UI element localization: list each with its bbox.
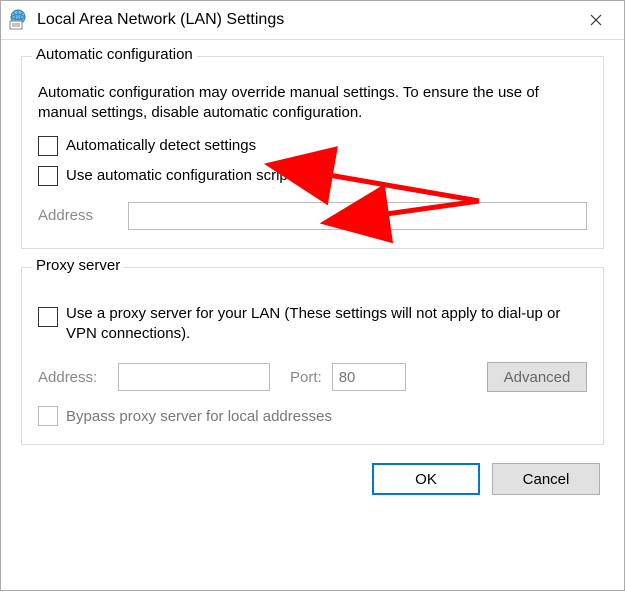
auto-detect-row[interactable]: Automatically detect settings [38, 136, 587, 156]
cancel-label: Cancel [523, 471, 570, 488]
group-proxy-server: Proxy server Use a proxy server for your… [21, 267, 604, 446]
bypass-checkbox [38, 406, 58, 426]
advanced-label: Advanced [504, 369, 571, 386]
auto-address-row: Address [38, 202, 587, 230]
group-automatic-configuration: Automatic configuration Automatic config… [21, 56, 604, 249]
bypass-row: Bypass proxy server for local addresses [38, 406, 587, 426]
auto-config-description: Automatic configuration may override man… [38, 83, 587, 124]
dialog-button-row: OK Cancel [21, 463, 604, 495]
group-auto-legend: Automatic configuration [32, 46, 197, 63]
close-button[interactable] [576, 5, 616, 35]
ok-label: OK [415, 471, 437, 488]
proxy-address-input [118, 363, 270, 391]
use-proxy-row[interactable]: Use a proxy server for your LAN (These s… [38, 304, 587, 345]
proxy-fields-row: Address: Port: 80 Advanced [38, 362, 587, 392]
auto-script-row[interactable]: Use automatic configuration script [38, 166, 587, 186]
close-icon [590, 14, 602, 26]
use-proxy-checkbox[interactable] [38, 307, 58, 327]
proxy-port-value: 80 [339, 369, 356, 386]
auto-script-label: Use automatic configuration script [66, 167, 292, 184]
auto-detect-checkbox[interactable] [38, 136, 58, 156]
titlebar: Local Area Network (LAN) Settings [1, 1, 624, 40]
window-title: Local Area Network (LAN) Settings [37, 11, 284, 29]
auto-address-label: Address [38, 207, 128, 224]
auto-script-checkbox[interactable] [38, 166, 58, 186]
internet-options-icon [7, 9, 29, 31]
advanced-button: Advanced [487, 362, 587, 392]
auto-address-input [128, 202, 587, 230]
proxy-port-input: 80 [332, 363, 406, 391]
group-proxy-legend: Proxy server [32, 257, 124, 274]
proxy-port-label: Port: [290, 369, 322, 386]
ok-button[interactable]: OK [372, 463, 480, 495]
auto-detect-label: Automatically detect settings [66, 137, 256, 154]
cancel-button[interactable]: Cancel [492, 463, 600, 495]
bypass-label: Bypass proxy server for local addresses [66, 408, 332, 425]
use-proxy-label: Use a proxy server for your LAN (These s… [66, 304, 587, 345]
proxy-address-label: Address: [38, 369, 108, 386]
dialog-body: Automatic configuration Automatic config… [1, 40, 624, 509]
